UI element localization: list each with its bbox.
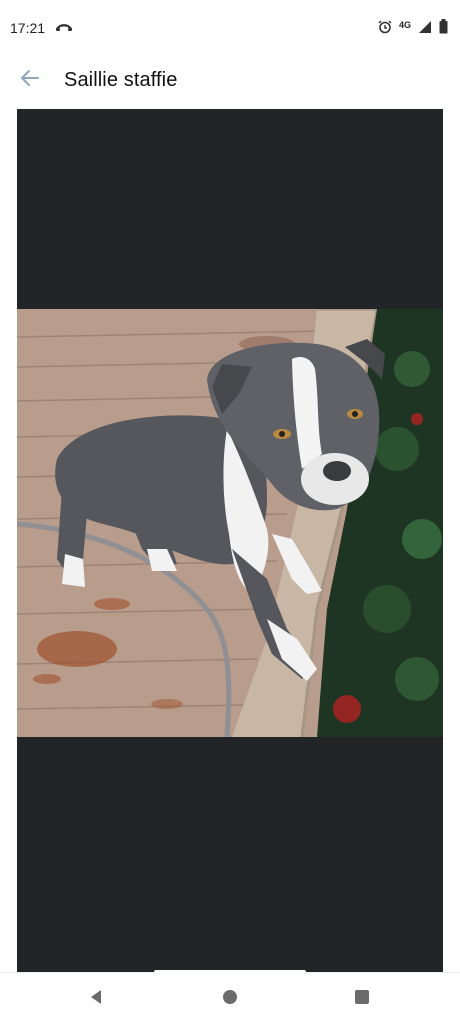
network-type: 4G <box>398 19 411 30</box>
status-left: 17:21 <box>10 20 73 36</box>
page-title: Saillie staffie <box>64 68 178 91</box>
alarm-icon <box>378 20 392 37</box>
home-circle-icon <box>222 989 238 1010</box>
status-time: 17:21 <box>10 20 46 36</box>
arrow-back-icon <box>20 68 40 93</box>
signal-icon <box>418 20 432 37</box>
nav-bar <box>0 970 460 1024</box>
nav-back-button[interactable] <box>84 987 108 1011</box>
home-indicator <box>154 970 306 974</box>
back-triangle-icon <box>88 989 104 1010</box>
app-bar: Saillie staffie <box>0 56 460 104</box>
back-button[interactable] <box>16 66 44 94</box>
status-bar: 17:21 4G <box>0 0 460 56</box>
missed-call-icon <box>55 20 73 36</box>
dog-photo[interactable] <box>17 309 443 737</box>
battery-icon <box>439 19 448 37</box>
nav-home-button[interactable] <box>218 987 242 1011</box>
nav-recents-button[interactable] <box>350 987 374 1011</box>
photo-viewer[interactable] <box>17 109 443 972</box>
recents-square-icon <box>354 989 370 1010</box>
status-right: 4G <box>378 19 448 37</box>
